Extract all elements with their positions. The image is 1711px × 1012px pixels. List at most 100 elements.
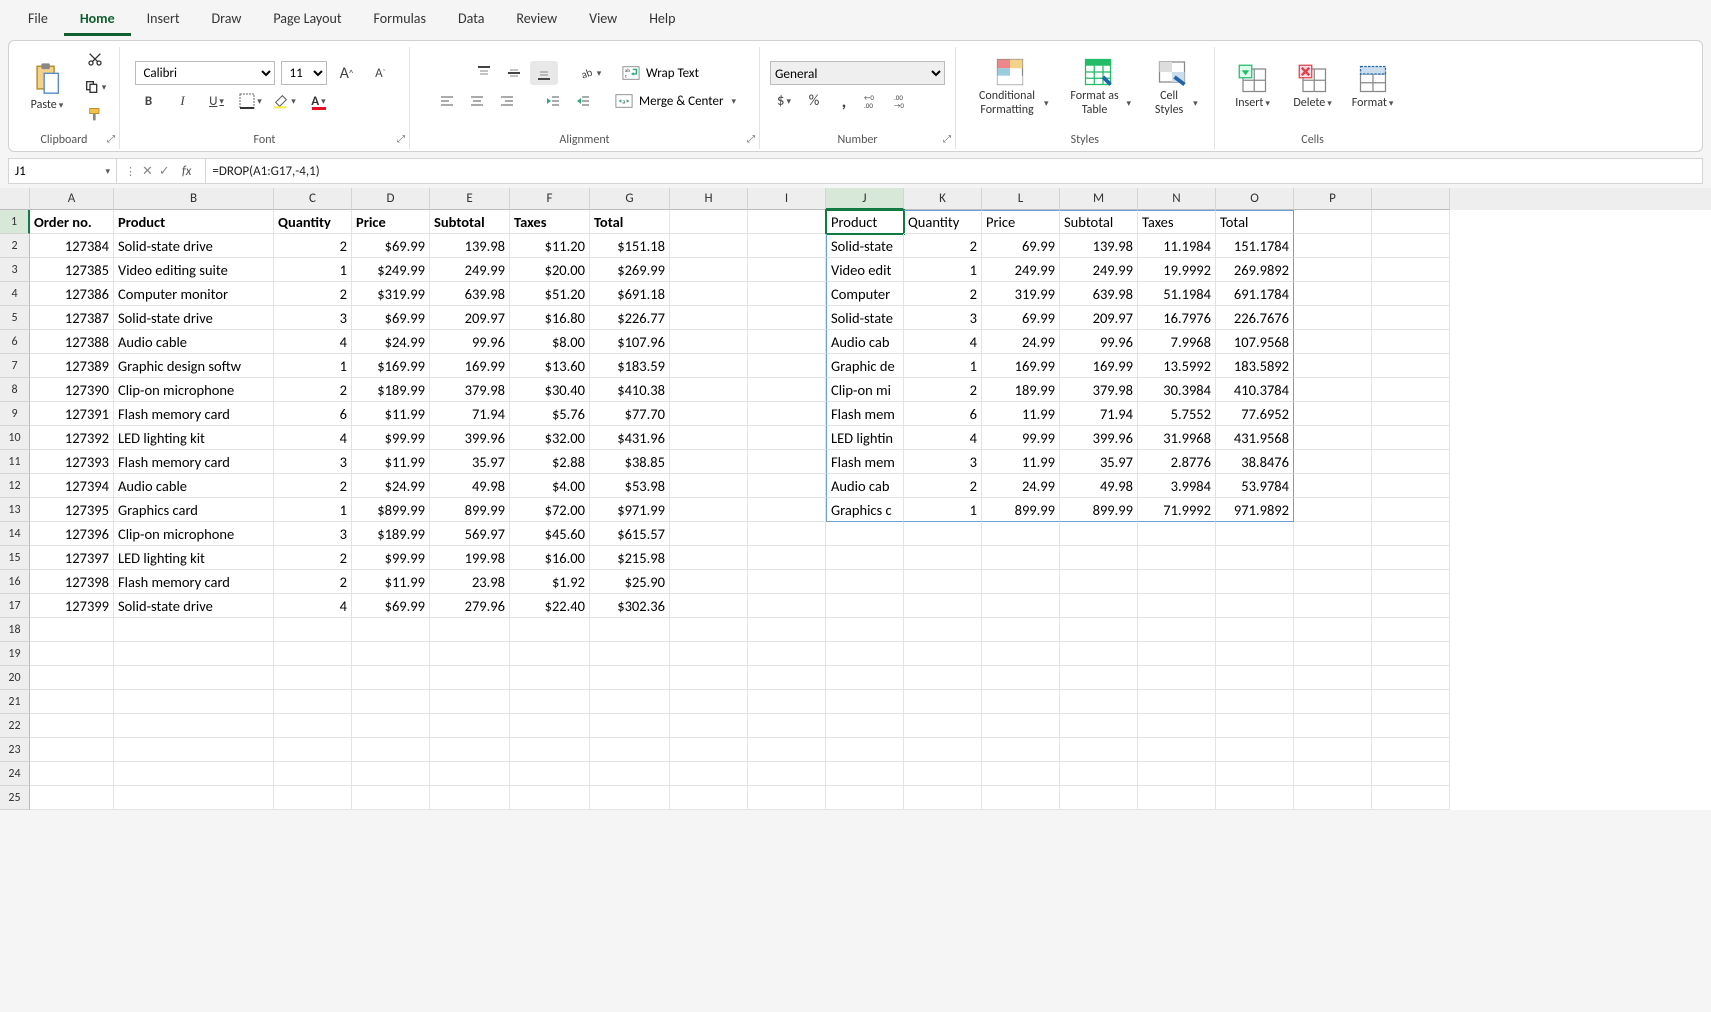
cell[interactable]: $899.99 [352,498,430,522]
cell[interactable]: $16.80 [510,306,590,330]
cell[interactable] [352,714,430,738]
cell[interactable]: 127398 [30,570,114,594]
cell[interactable]: 3 [274,522,352,546]
cell[interactable]: 249.99 [1060,258,1138,282]
cell[interactable] [670,690,748,714]
cell[interactable] [748,474,826,498]
cell[interactable] [590,642,670,666]
cell[interactable] [904,666,982,690]
cell[interactable]: 4 [274,330,352,354]
cell[interactable] [826,618,904,642]
cell[interactable] [670,762,748,786]
row-header[interactable]: 7 [0,354,30,378]
cell[interactable] [670,450,748,474]
cell[interactable]: $226.77 [590,306,670,330]
cell[interactable]: Graphics c [826,498,904,522]
cell[interactable] [982,546,1060,570]
cell[interactable] [1372,690,1450,714]
cell[interactable]: Taxes [510,210,590,234]
align-left-icon[interactable] [433,89,461,113]
cell[interactable]: Graphic de [826,354,904,378]
row-header[interactable]: 14 [0,522,30,546]
cell[interactable]: 431.9568 [1216,426,1294,450]
cell[interactable]: Quantity [904,210,982,234]
cell[interactable] [670,546,748,570]
cell[interactable]: LED lighting kit [114,546,274,570]
cell[interactable] [430,642,510,666]
col-header-N[interactable]: N [1138,188,1216,210]
cell[interactable] [1372,738,1450,762]
cell[interactable]: 99.96 [1060,330,1138,354]
cell[interactable]: Computer [826,282,904,306]
row-header[interactable]: 2 [0,234,30,258]
cell[interactable]: $302.36 [590,594,670,618]
cell[interactable] [748,378,826,402]
cell[interactable] [510,762,590,786]
row-header[interactable]: 9 [0,402,30,426]
cell[interactable]: Graphics card [114,498,274,522]
cell[interactable] [670,594,748,618]
cell[interactable] [274,618,352,642]
cell[interactable] [1216,786,1294,810]
cell[interactable]: 151.1784 [1216,234,1294,258]
cell[interactable] [748,666,826,690]
menu-tab-data[interactable]: Data [442,4,500,36]
cell[interactable] [1294,714,1372,738]
cell[interactable] [510,690,590,714]
cell[interactable] [1294,378,1372,402]
cell[interactable]: 3 [274,306,352,330]
cell[interactable]: Flash memory card [114,570,274,594]
cell[interactable] [1294,234,1372,258]
cell[interactable] [590,786,670,810]
cell[interactable]: Flash memory card [114,402,274,426]
cell[interactable] [1372,762,1450,786]
cell[interactable] [1060,762,1138,786]
align-right-icon[interactable] [493,89,521,113]
cell[interactable]: $183.59 [590,354,670,378]
col-header-O[interactable]: O [1216,188,1294,210]
cell[interactable] [1216,738,1294,762]
cell[interactable] [1216,714,1294,738]
cell[interactable] [114,762,274,786]
row-header[interactable]: 13 [0,498,30,522]
col-header-C[interactable]: C [274,188,352,210]
cell[interactable] [1138,546,1216,570]
cell[interactable] [430,786,510,810]
cell[interactable]: 3 [904,306,982,330]
border-button[interactable]: ▾ [237,89,265,113]
cell[interactable]: $11.99 [352,450,430,474]
cell[interactable]: $69.99 [352,234,430,258]
cell[interactable]: 899.99 [1060,498,1138,522]
cell[interactable] [1294,690,1372,714]
cell[interactable]: 639.98 [430,282,510,306]
cell[interactable]: Product [826,210,904,234]
row-header[interactable]: 15 [0,546,30,570]
cell[interactable] [904,738,982,762]
cell[interactable] [510,786,590,810]
enter-formula-icon[interactable]: ✓ [159,164,170,179]
cell[interactable]: 2 [274,570,352,594]
cell[interactable]: Solid-state [826,306,904,330]
cell[interactable] [904,642,982,666]
cell[interactable]: 1 [274,354,352,378]
cell[interactable] [982,786,1060,810]
font-name-select[interactable]: Calibri [135,61,275,85]
cell[interactable] [1294,450,1372,474]
cell[interactable]: LED lightin [826,426,904,450]
cell[interactable] [982,762,1060,786]
cell[interactable] [352,666,430,690]
cell[interactable] [274,666,352,690]
cell[interactable] [670,714,748,738]
cell[interactable]: 19.9992 [1138,258,1216,282]
cell[interactable] [1216,618,1294,642]
cell[interactable]: 3.9984 [1138,474,1216,498]
menu-tab-view[interactable]: View [573,4,633,36]
cell[interactable] [1294,330,1372,354]
cell[interactable] [1294,738,1372,762]
cell[interactable] [748,306,826,330]
cell[interactable] [1294,282,1372,306]
cell[interactable] [1372,426,1450,450]
align-middle-icon[interactable] [500,61,528,85]
cell[interactable] [352,738,430,762]
cell[interactable] [826,570,904,594]
